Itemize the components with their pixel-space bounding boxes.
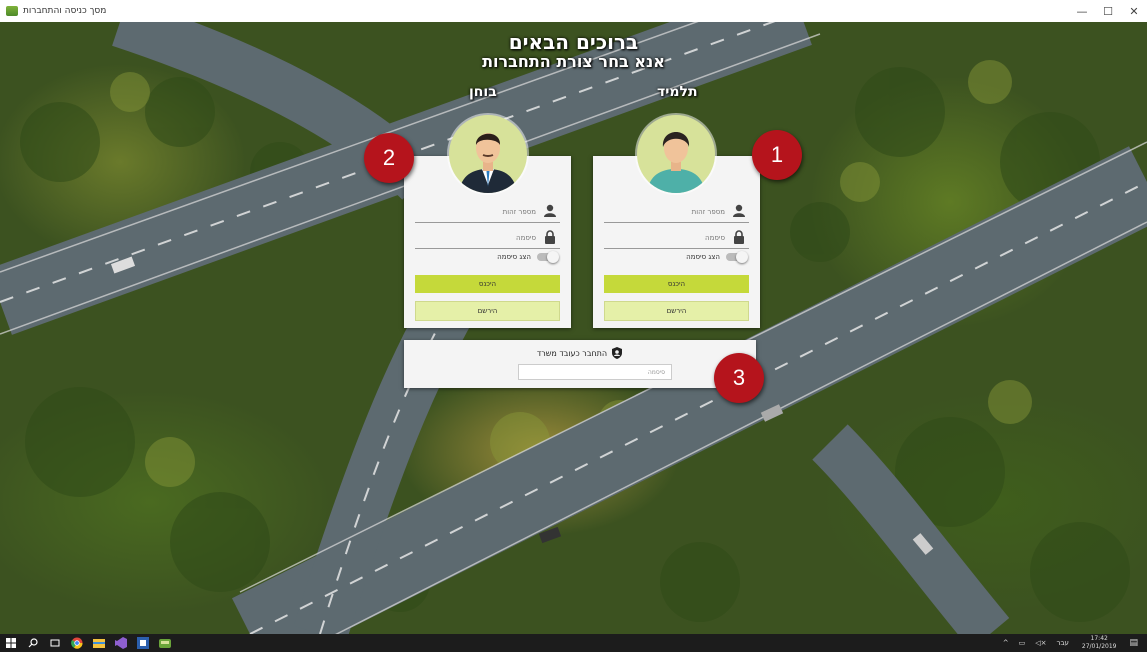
badge-2: 2 xyxy=(364,133,414,183)
examiner-id-field[interactable]: מספר זהות xyxy=(415,202,560,223)
chrome-icon[interactable] xyxy=(66,634,88,652)
background-image xyxy=(0,22,1147,634)
language-indicator[interactable]: עבר xyxy=(1057,639,1069,647)
lock-icon xyxy=(734,230,744,244)
examiner-id-placeholder: מספר זהות xyxy=(502,208,536,216)
close-button[interactable]: ✕ xyxy=(1121,0,1147,22)
staff-login-card: התחבר כעובד משרד סיסמה xyxy=(404,340,756,388)
student-label: תלמיד xyxy=(657,84,698,100)
examiner-register-button[interactable]: הירשם xyxy=(415,301,560,321)
student-id-placeholder: מספר זהות xyxy=(691,208,725,216)
title-bar: מסך כניסה והתחברות — ☐ ✕ xyxy=(0,0,1147,22)
search-icon[interactable] xyxy=(22,634,44,652)
system-tray: ^ ▭ ◁× עבר 17:42 27/01/2019 ▤ xyxy=(998,634,1143,652)
clock[interactable]: 17:42 27/01/2019 xyxy=(1082,635,1117,651)
task-view-icon[interactable] xyxy=(44,634,66,652)
badge-1: 1 xyxy=(752,130,802,180)
student-login-button[interactable]: היכנס xyxy=(604,275,749,293)
user-icon xyxy=(733,204,745,217)
taskbar: ^ ▭ ◁× עבר 17:42 27/01/2019 ▤ xyxy=(0,634,1147,652)
student-show-password-toggle[interactable] xyxy=(726,251,748,263)
student-show-password[interactable]: הצג סיסמה xyxy=(686,251,748,263)
visual-studio-icon[interactable] xyxy=(110,634,132,652)
staff-login-title-row: התחבר כעובד משרד xyxy=(404,347,756,359)
subtitle-heading: אנא בחר צורת התחברות xyxy=(482,52,665,71)
student-avatar xyxy=(637,115,715,193)
minimize-button[interactable]: — xyxy=(1069,0,1095,22)
staff-password-input[interactable]: סיסמה xyxy=(518,364,672,380)
staff-password-placeholder: סיסמה xyxy=(647,368,665,376)
examiner-password-field[interactable]: סיסמה xyxy=(415,228,560,249)
clock-date: 27/01/2019 xyxy=(1081,643,1117,650)
window-title: מסך כניסה והתחברות xyxy=(23,6,107,16)
student-password-placeholder: סיסמה xyxy=(705,234,725,242)
examiner-show-password-toggle[interactable] xyxy=(537,251,559,263)
notifications-icon[interactable]: ▤ xyxy=(1129,638,1138,648)
student-password-field[interactable]: סיסמה xyxy=(604,228,749,249)
clock-time: 17:42 xyxy=(1090,635,1108,642)
windows-start-icon[interactable] xyxy=(0,634,22,652)
examiner-label: בוחן xyxy=(469,84,497,100)
student-register-button[interactable]: הירשם xyxy=(604,301,749,321)
app-taskbar-icon[interactable] xyxy=(154,634,176,652)
examiner-avatar xyxy=(449,115,527,193)
examiner-show-password-label: הצג סיסמה xyxy=(497,253,531,261)
staff-login-title: התחבר כעובד משרד xyxy=(536,348,608,358)
chevron-up-icon[interactable]: ^ xyxy=(1003,639,1009,647)
examiner-login-button[interactable]: היכנס xyxy=(415,275,560,293)
lock-icon xyxy=(545,230,555,244)
examiner-show-password[interactable]: הצג סיסמה xyxy=(497,251,559,263)
app-icon xyxy=(6,6,18,16)
file-explorer-icon[interactable] xyxy=(88,634,110,652)
maximize-button[interactable]: ☐ xyxy=(1095,0,1121,22)
shield-user-icon xyxy=(612,347,623,359)
word-icon[interactable] xyxy=(132,634,154,652)
user-icon xyxy=(544,204,556,217)
welcome-heading: ברוכים הבאים xyxy=(508,30,639,54)
volume-icon[interactable]: ◁× xyxy=(1035,639,1046,647)
badge-3: 3 xyxy=(714,353,764,403)
network-icon[interactable]: ▭ xyxy=(1019,639,1026,647)
student-id-field[interactable]: מספר זהות xyxy=(604,202,749,223)
student-show-password-label: הצג סיסמה xyxy=(686,253,720,261)
examiner-password-placeholder: סיסמה xyxy=(516,234,536,242)
